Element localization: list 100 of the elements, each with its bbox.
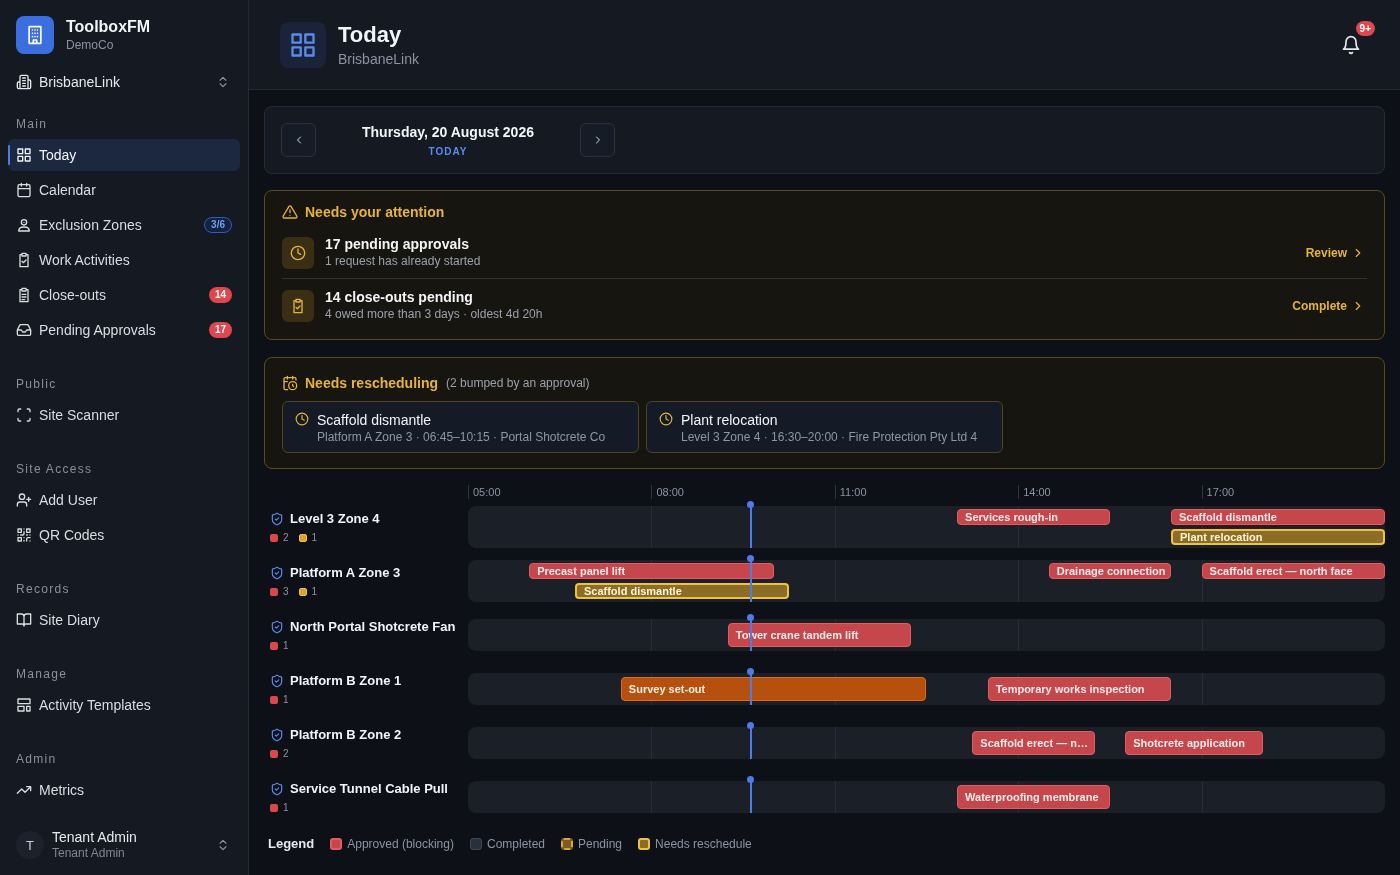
user-avatar: T: [16, 831, 44, 859]
organization-name: DemoCo: [66, 37, 115, 53]
today-label: TODAY: [428, 145, 468, 158]
status-count: 1: [283, 639, 289, 652]
legend-label: Approved (blocking): [347, 836, 454, 851]
section-title: Needs your attention: [305, 204, 445, 220]
nav-item[interactable]: Metrics: [8, 774, 240, 806]
section-note: (2 bumped by an approval): [446, 376, 590, 390]
status-square-icon: [270, 695, 278, 704]
current-time-marker: [747, 501, 755, 548]
app-name: ToolboxFM: [66, 17, 151, 37]
nav-item[interactable]: Activity Templates: [8, 689, 240, 721]
nav-item[interactable]: Exclusion Zones 3/6: [8, 209, 240, 241]
page-subtitle: BrisbaneLink: [338, 50, 420, 68]
nav-section-label: Admin: [15, 751, 58, 767]
user-plus-icon: [16, 492, 32, 508]
count-badge: 3/6: [204, 217, 232, 233]
activity-bar[interactable]: Scaffold dismantle: [574, 583, 789, 599]
activity-bar[interactable]: Waterproofing membrane: [957, 785, 1110, 809]
zone-name: Platform B Zone 1: [290, 672, 402, 689]
bell-icon: [1341, 34, 1361, 55]
activity-bar[interactable]: Precast panel lift: [529, 563, 774, 579]
nav-item[interactable]: Add User: [8, 484, 240, 516]
activity-card[interactable]: Scaffold dismantle Platform A Zone 3 · 06:45–10:15 · Portal Shotcrete Co: [282, 401, 639, 453]
book-icon: [16, 612, 32, 628]
grid-icon: [280, 21, 326, 68]
grid-icon: [16, 147, 32, 163]
status-count: 2: [283, 747, 289, 760]
status-square-icon: [270, 803, 278, 812]
nav-item[interactable]: Today: [8, 139, 240, 171]
notification-badge: 9+: [1355, 20, 1375, 36]
nav-item[interactable]: Work Activities: [8, 244, 240, 276]
time-tick: 17:00: [1201, 485, 1235, 499]
status-square-icon: [298, 587, 307, 596]
time-tick: 05:00: [468, 485, 501, 499]
status-swatch-icon: [469, 837, 482, 850]
alert-title: 14 close-outs pending: [325, 289, 474, 306]
status-count: 3: [283, 585, 289, 598]
nav-section-label: Main: [15, 116, 49, 132]
person-icon: [16, 217, 32, 233]
status-square-icon: [298, 533, 307, 542]
activity-bar[interactable]: Services rough-in: [957, 509, 1110, 525]
activity-bar[interactable]: Scaffold dismantle: [1171, 509, 1385, 525]
status-square-icon: [270, 533, 278, 542]
nav-item[interactable]: QR Codes: [8, 519, 240, 551]
current-time-marker: [747, 776, 755, 813]
clipboard-list-icon: [16, 287, 32, 303]
nav-item[interactable]: Close-outs 14: [8, 279, 240, 311]
clock-icon: [282, 236, 314, 269]
activity-bar[interactable]: Survey set-out: [620, 677, 927, 701]
legend-label: Pending: [578, 836, 623, 851]
activity-bar[interactable]: Scaffold erect — n…: [972, 731, 1095, 755]
clipboard-check-icon: [282, 289, 314, 322]
activity-bar[interactable]: Scaffold erect — north face: [1201, 563, 1385, 579]
nav-section-label: Manage: [15, 666, 69, 682]
status-swatch-icon: [638, 837, 651, 850]
scan-icon: [16, 407, 32, 423]
section-title: Needs rescheduling: [305, 375, 439, 391]
activity-bar[interactable]: Temporary works inspection: [987, 677, 1171, 701]
zone-name: Service Tunnel Cable Pull: [290, 780, 448, 797]
action-link[interactable]: Complete: [1292, 298, 1365, 313]
nav-item[interactable]: Pending Approvals 17: [8, 314, 240, 346]
alert-detail: 1 request has already started: [325, 254, 482, 269]
nav-item[interactable]: Site Diary: [8, 604, 240, 636]
activity-title: Plant relocation: [681, 411, 779, 429]
activity-detail: Level 3 Zone 4 · 16:30–20:00 · Fire Protection Pty Ltd 4: [681, 429, 978, 445]
legend-title: Legend: [268, 836, 315, 851]
status-count: 1: [283, 693, 289, 706]
activity-bar[interactable]: Shotcrete application: [1125, 731, 1263, 755]
zone-name: Platform A Zone 3: [290, 564, 401, 581]
status-swatch-icon: [330, 837, 343, 850]
activity-card[interactable]: Plant relocation Level 3 Zone 4 · 16:30–20:00 · Fire Protection Pty Ltd 4: [646, 401, 1003, 453]
status-swatch-icon: [561, 837, 573, 850]
alert-detail: 4 owed more than 3 days · oldest 4d 20h: [325, 307, 544, 322]
time-tick: 14:00: [1018, 485, 1051, 499]
page-title: Today: [338, 21, 403, 48]
site-selector[interactable]: BrisbaneLink: [8, 66, 240, 98]
action-link[interactable]: Review: [1305, 245, 1365, 260]
zone-name: Platform B Zone 2: [290, 726, 402, 743]
nav-item[interactable]: Calendar: [8, 174, 240, 206]
shield-check-icon: [270, 511, 284, 526]
current-time-marker: [747, 555, 755, 602]
inbox-icon: [16, 322, 32, 338]
calendar-icon: [16, 182, 32, 198]
activity-detail: Platform A Zone 3 · 06:45–10:15 · Portal Shotcrete Co: [317, 429, 606, 445]
nav-section-label: Records: [15, 581, 71, 597]
calendar-clock-icon: [282, 375, 298, 391]
status-square-icon: [270, 641, 278, 650]
activity-bar[interactable]: Drainage connection: [1048, 563, 1172, 579]
user-name: Tenant Admin: [52, 829, 138, 846]
shield-check-icon: [270, 781, 284, 796]
status-count: 2: [283, 531, 289, 544]
nav-item[interactable]: Site Scanner: [8, 399, 240, 431]
activity-bar[interactable]: Plant relocation: [1171, 529, 1385, 545]
layout-icon: [16, 697, 32, 713]
legend-label: Needs reschedule: [655, 836, 752, 851]
shield-check-icon: [270, 565, 284, 580]
building-logo-icon: [16, 16, 54, 54]
qr-code-icon: [16, 527, 32, 543]
nav-section-label: Public: [15, 376, 58, 392]
